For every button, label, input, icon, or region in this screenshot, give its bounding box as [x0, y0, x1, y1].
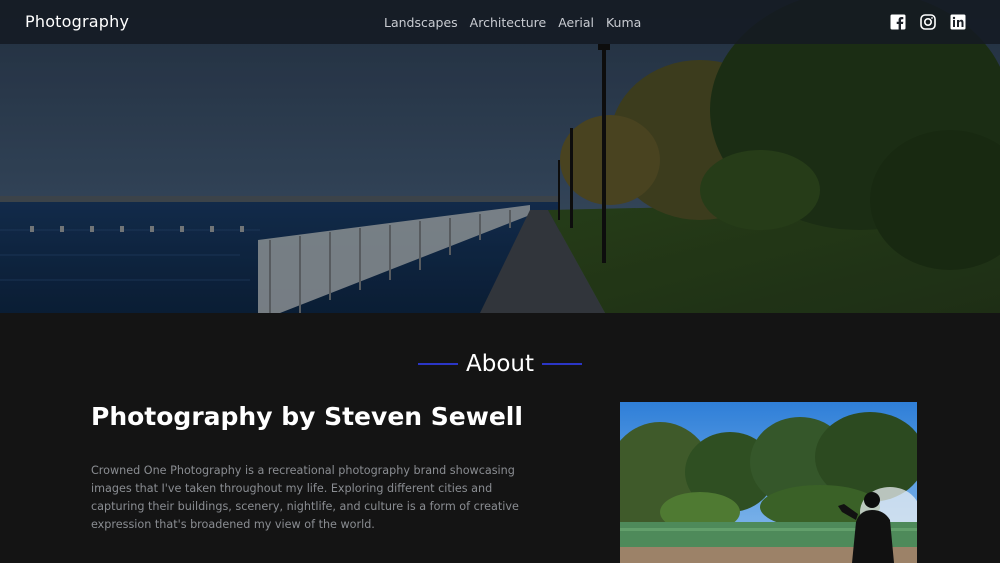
nav-link-landscapes[interactable]: Landscapes	[384, 15, 458, 30]
nav-links: Landscapes Architecture Aerial Kuma	[384, 15, 641, 30]
about-description: Crowned One Photography is a recreationa…	[91, 464, 519, 531]
about-heading-text: About	[465, 351, 534, 377]
navbar: Photography Landscapes Architecture Aeri…	[0, 0, 1000, 44]
social-links	[890, 14, 966, 30]
about-title: Photography by Steven Sewell	[91, 402, 523, 431]
hero-image	[0, 0, 1000, 313]
brand-link[interactable]: Photography	[25, 12, 129, 31]
nav-link-architecture[interactable]: Architecture	[470, 15, 547, 30]
linkedin-icon[interactable]	[950, 14, 966, 30]
heading-line-right	[542, 363, 582, 365]
about-photo	[620, 402, 917, 563]
about-heading: About	[0, 351, 1000, 377]
instagram-icon[interactable]	[920, 14, 936, 30]
nav-link-aerial[interactable]: Aerial	[558, 15, 594, 30]
heading-line-left	[417, 363, 458, 365]
nav-link-kuma[interactable]: Kuma	[606, 15, 641, 30]
facebook-icon[interactable]	[890, 14, 906, 30]
